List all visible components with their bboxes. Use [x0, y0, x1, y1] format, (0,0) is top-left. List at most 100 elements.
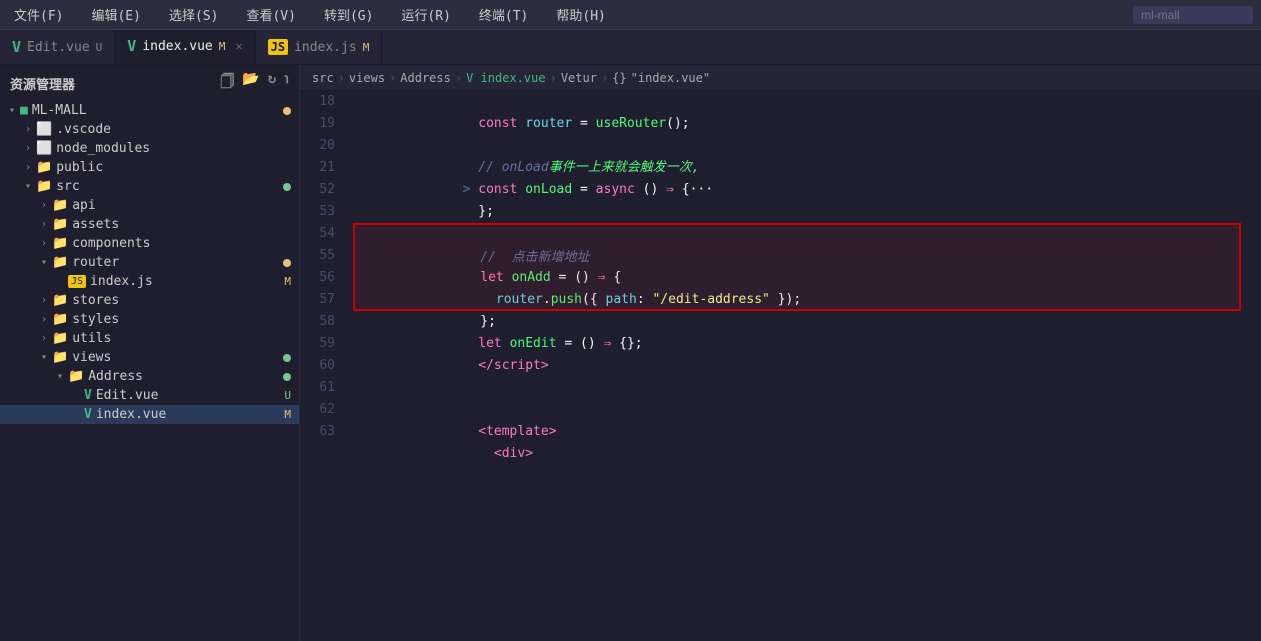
breadcrumb-index-vue: V index.vue — [466, 71, 545, 85]
menu-help[interactable]: 帮助(H) — [550, 3, 611, 26]
root-badge — [283, 107, 291, 115]
router-badge — [283, 259, 291, 267]
sidebar-item-public-label: public — [56, 160, 299, 175]
collapse-icon[interactable]: ℩ — [284, 71, 289, 95]
sidebar-item-components-label: components — [72, 236, 299, 251]
tab-index-vue-label: index.vue — [142, 39, 212, 54]
tab-edit-vue[interactable]: V Edit.vue U — [0, 30, 115, 64]
sidebar-item-api[interactable]: › 📁 api — [0, 196, 299, 215]
ln-55: 55 — [300, 245, 335, 267]
menu-file[interactable]: 文件(F) — [8, 3, 69, 26]
folder-icon-public: 📁 — [36, 160, 52, 175]
arrow-icon: › — [20, 124, 36, 135]
editor-area: src › views › Address › V index.vue › Ve… — [300, 65, 1261, 641]
sidebar-header: 资源管理器 🗍 📂 ↻ ℩ — [0, 65, 299, 101]
menu-select[interactable]: 选择(S) — [163, 3, 224, 26]
sidebar-item-edit-vue[interactable]: V Edit.vue U — [0, 386, 299, 405]
sidebar-item-node-label: node_modules — [56, 141, 299, 156]
sidebar-item-router[interactable]: ▾ 📁 router — [0, 253, 299, 272]
sidebar-item-edit-vue-label: Edit.vue — [96, 388, 285, 403]
ln-56: 56 — [300, 267, 335, 289]
sidebar-item-router-label: router — [72, 255, 279, 270]
folder-icon-utils: 📁 — [52, 331, 68, 346]
sidebar-item-utils-label: utils — [72, 331, 299, 346]
arrow-icon: ▾ — [20, 181, 36, 192]
breadcrumb-views: views — [349, 71, 385, 85]
tab-index-js[interactable]: JS index.js M — [256, 30, 383, 64]
edit-vue-badge: U — [284, 389, 291, 402]
breadcrumb-src: src — [312, 71, 334, 85]
sidebar-item-index-vue[interactable]: V index.vue M — [0, 405, 299, 424]
new-file-icon[interactable]: 🗍 — [220, 71, 234, 95]
ln-57: 57 — [300, 289, 335, 311]
tab-index-vue[interactable]: V index.vue M ✕ — [115, 30, 255, 64]
folder-icon-address: 📁 — [68, 369, 84, 384]
sidebar-item-styles[interactable]: › 📁 styles — [0, 310, 299, 329]
sidebar-item-router-index-label: index.js — [90, 274, 284, 289]
code-line-63: <div> — [353, 421, 1241, 443]
sidebar-item-src[interactable]: ▾ 📁 src — [0, 177, 299, 196]
menu-view[interactable]: 查看(V) — [240, 3, 301, 26]
sidebar-item-vscode[interactable]: › ⬜ .vscode — [0, 120, 299, 139]
vue-icon: V — [12, 38, 21, 56]
breadcrumb: src › views › Address › V index.vue › Ve… — [300, 65, 1261, 91]
vue-file-icon-index: V — [84, 407, 92, 422]
folder-icon-api: 📁 — [52, 198, 68, 213]
tab-edit-vue-label: Edit.vue — [27, 40, 90, 55]
breadcrumb-vetur: Vetur — [561, 71, 597, 85]
sidebar-item-styles-label: styles — [72, 312, 299, 327]
ln-19: 19 — [300, 113, 335, 135]
code-lines: const router = useRouter(); // onLoad事件一… — [345, 91, 1261, 641]
breadcrumb-sep-4: › — [550, 71, 557, 85]
folder-icon-node: ⬜ — [36, 141, 52, 156]
tab-index-js-label: index.js — [294, 40, 357, 55]
js-file-icon: JS — [68, 275, 86, 288]
menu-goto[interactable]: 转到(G) — [318, 3, 379, 26]
code-line-19 — [353, 113, 1241, 135]
new-folder-icon[interactable]: 📂 — [242, 71, 259, 95]
root-icon: ■ — [20, 103, 28, 118]
sidebar-item-address[interactable]: ▾ 📁 Address — [0, 367, 299, 386]
arrow-icon: › — [20, 143, 36, 154]
line-numbers: 18 19 20 21 52 53 54 55 56 57 58 59 60 6… — [300, 91, 345, 641]
search-input[interactable] — [1133, 6, 1253, 24]
arrow-icon: ▾ — [4, 105, 20, 116]
arrow-icon: › — [36, 314, 52, 325]
breadcrumb-sep-1: › — [338, 71, 345, 85]
code-line-62: <template> — [353, 399, 1241, 421]
tab-index-js-badge: M — [363, 41, 370, 54]
folder-icon-vscode: ⬜ — [36, 122, 52, 137]
folder-icon-stores: 📁 — [52, 293, 68, 308]
menu-edit[interactable]: 编辑(E) — [85, 3, 146, 26]
index-vue-badge: M — [284, 408, 291, 421]
breadcrumb-sep-3: › — [455, 71, 462, 85]
sidebar-item-stores-label: stores — [72, 293, 299, 308]
folder-icon-views: 📁 — [52, 350, 68, 365]
sidebar-item-node-modules[interactable]: › ⬜ node_modules — [0, 139, 299, 158]
address-badge — [283, 373, 291, 381]
tab-edit-vue-badge: U — [96, 41, 103, 54]
sidebar-item-src-label: src — [56, 179, 279, 194]
folder-icon-router: 📁 — [52, 255, 68, 270]
sidebar-item-views[interactable]: ▾ 📁 views — [0, 348, 299, 367]
folder-icon-styles: 📁 — [52, 312, 68, 327]
code-line-56: router.push({ path: "/edit-address" }); — [353, 267, 1241, 289]
sidebar-item-utils[interactable]: › 📁 utils — [0, 329, 299, 348]
sidebar-item-vscode-label: .vscode — [56, 122, 299, 137]
tab-close-button[interactable]: ✕ — [235, 39, 242, 53]
arrow-icon: ▾ — [52, 371, 68, 382]
sidebar-item-assets[interactable]: › 📁 assets — [0, 215, 299, 234]
sidebar-root[interactable]: ▾ ■ ML-MALL — [0, 101, 299, 120]
ln-58: 58 — [300, 311, 335, 333]
arrow-icon: › — [36, 238, 52, 249]
sidebar-item-public[interactable]: › 📁 public — [0, 158, 299, 177]
sidebar-item-router-index-js[interactable]: JS index.js M — [0, 272, 299, 291]
code-line-53 — [353, 201, 1241, 223]
sidebar-item-components[interactable]: › 📁 components — [0, 234, 299, 253]
tag-div: <div> — [494, 446, 533, 461]
menu-run[interactable]: 运行(R) — [395, 3, 456, 26]
refresh-icon[interactable]: ↻ — [268, 71, 276, 95]
menu-terminal[interactable]: 终端(T) — [473, 3, 534, 26]
sidebar-item-stores[interactable]: › 📁 stores — [0, 291, 299, 310]
code-view[interactable]: 18 19 20 21 52 53 54 55 56 57 58 59 60 6… — [300, 91, 1261, 641]
